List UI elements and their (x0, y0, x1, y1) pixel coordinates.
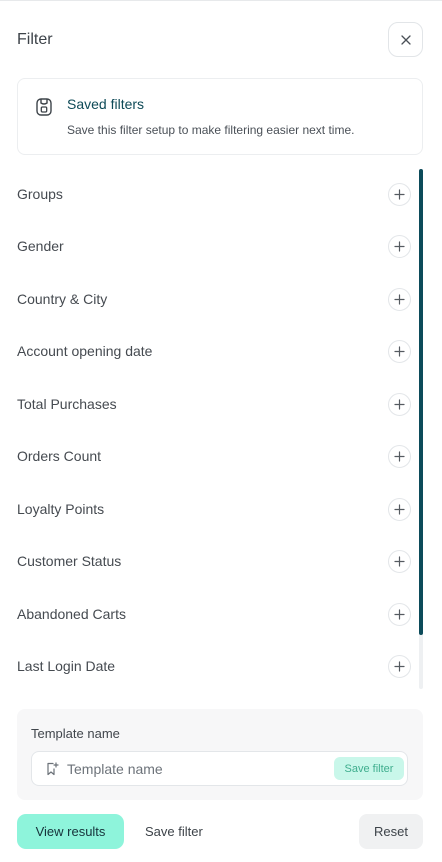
filter-label: Abandoned Carts (17, 606, 126, 622)
saved-filters-card[interactable]: Saved filters Save this filter setup to … (17, 78, 423, 155)
top-divider (0, 0, 442, 1)
filter-label: Account opening date (17, 343, 153, 359)
add-filter-button[interactable] (388, 183, 411, 206)
footer-actions: View results Save filter Reset (0, 814, 442, 850)
plus-icon (394, 504, 405, 515)
scrollbar-thumb[interactable] (419, 169, 423, 635)
plus-icon (394, 189, 405, 200)
plus-icon (394, 399, 405, 410)
template-name-label: Template name (31, 726, 120, 741)
template-section: Template name Save filter (17, 709, 423, 800)
plus-icon (394, 241, 405, 252)
filter-label: Groups (17, 186, 63, 202)
plus-icon (394, 294, 405, 305)
add-filter-button[interactable] (388, 655, 411, 678)
add-filter-button[interactable] (388, 393, 411, 416)
filter-label: Last Login Date (17, 658, 116, 674)
filter-list: Groups Gender Country & City Account ope… (0, 169, 442, 694)
add-filter-button[interactable] (388, 235, 411, 258)
reset-button[interactable]: Reset (359, 814, 423, 849)
filter-item-account-opening-date[interactable]: Account opening date (0, 326, 415, 378)
filter-label: Total Purchases (17, 396, 117, 412)
plus-icon (394, 661, 405, 672)
filter-label: Gender (17, 238, 64, 254)
saved-filters-description: Save this filter setup to make filtering… (67, 123, 355, 137)
add-filter-button[interactable] (388, 288, 411, 311)
save-filter-button[interactable]: Save filter (145, 824, 203, 839)
add-filter-button[interactable] (388, 550, 411, 573)
plus-icon (394, 451, 405, 462)
filter-header: Filter (0, 22, 442, 58)
filter-item-groups[interactable]: Groups (0, 169, 415, 221)
filter-item-gender[interactable]: Gender (0, 221, 415, 273)
filter-label: Country & City (17, 291, 108, 307)
view-results-button[interactable]: View results (17, 814, 124, 849)
plus-icon (394, 346, 405, 357)
page-title: Filter (17, 31, 53, 48)
bookmark-icon (47, 762, 59, 776)
saved-filters-title[interactable]: Saved filters (67, 96, 144, 112)
filter-item-country-city[interactable]: Country & City (0, 274, 415, 326)
add-filter-button[interactable] (388, 340, 411, 363)
close-button[interactable] (388, 22, 423, 57)
inline-save-filter-button[interactable]: Save filter (334, 757, 404, 780)
filter-label: Customer Status (17, 553, 122, 569)
filter-item-total-purchases[interactable]: Total Purchases (0, 379, 415, 431)
close-icon (400, 34, 411, 45)
template-name-input[interactable] (67, 758, 329, 780)
plus-icon (394, 556, 405, 567)
filter-item-abandoned-carts[interactable]: Abandoned Carts (0, 589, 415, 641)
add-filter-button[interactable] (388, 603, 411, 626)
filter-item-customer-status[interactable]: Customer Status (0, 536, 415, 588)
filter-item-last-login-date[interactable]: Last Login Date (0, 641, 415, 693)
add-filter-button[interactable] (388, 498, 411, 521)
filter-label: Orders Count (17, 448, 102, 464)
filter-label: Loyalty Points (17, 501, 105, 517)
plus-icon (394, 609, 405, 620)
add-filter-button[interactable] (388, 445, 411, 468)
template-input-wrapper: Save filter (31, 751, 408, 786)
filter-item-loyalty-points[interactable]: Loyalty Points (0, 484, 415, 536)
saved-filter-icon (36, 98, 52, 116)
filter-item-orders-count[interactable]: Orders Count (0, 431, 415, 483)
